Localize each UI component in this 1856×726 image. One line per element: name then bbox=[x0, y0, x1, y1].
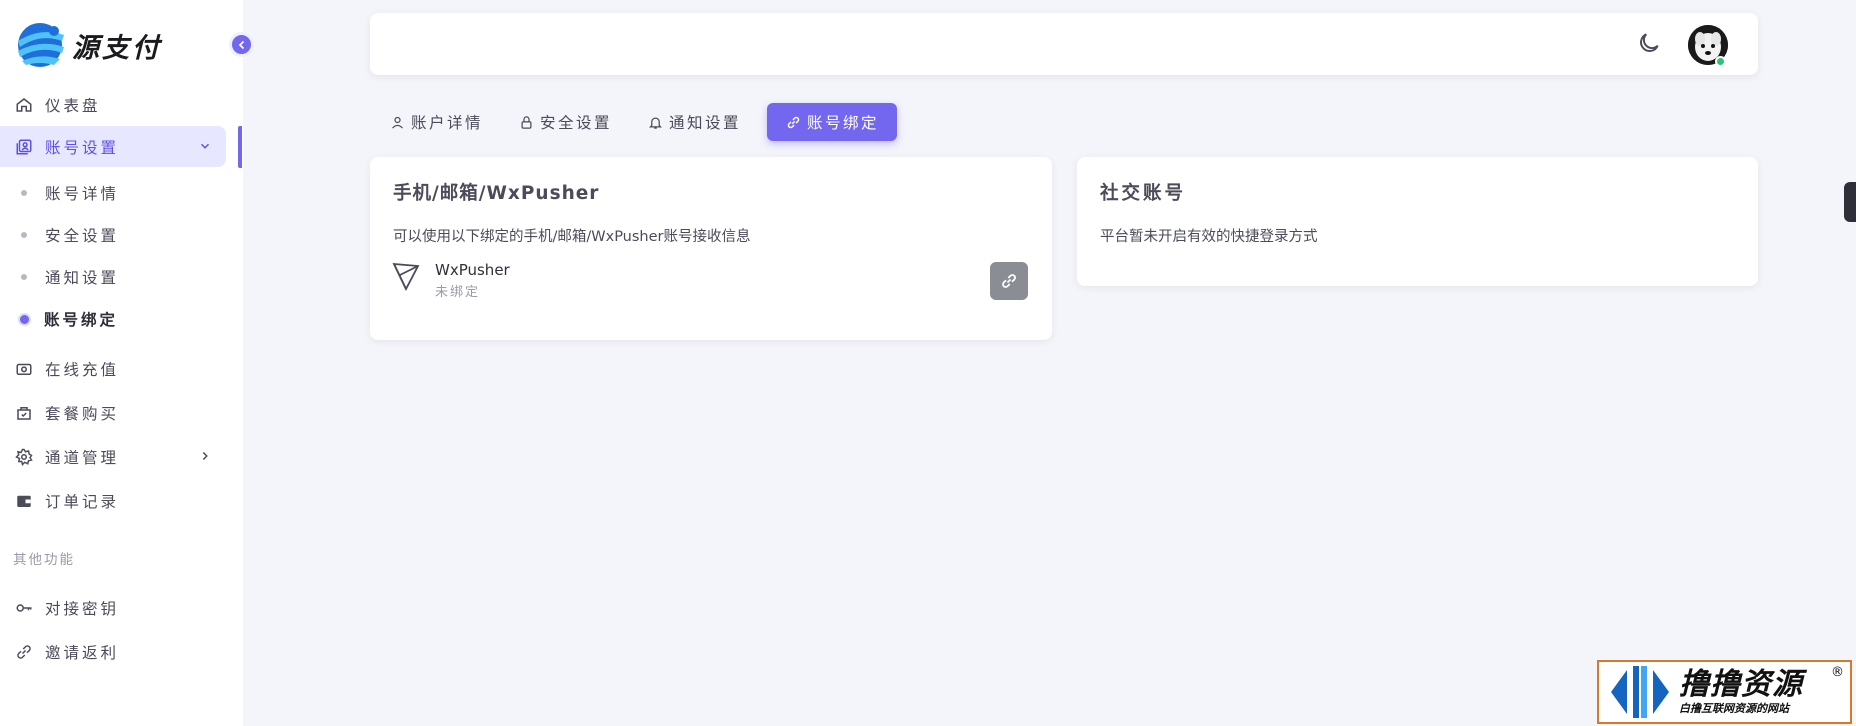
customizer-toggle[interactable] bbox=[1844, 182, 1856, 222]
tab-label: 账户详情 bbox=[411, 114, 484, 132]
watermark-logo-icon bbox=[1611, 666, 1669, 718]
sidebar-item-api-key[interactable]: 对接密钥 bbox=[0, 587, 226, 628]
chevron-right-icon bbox=[202, 451, 208, 461]
tab-account-details[interactable]: 账户详情 bbox=[380, 103, 495, 141]
active-indicator bbox=[238, 126, 242, 168]
brand-logo-icon bbox=[18, 23, 64, 67]
sidebar-subitem-security[interactable]: 安全设置 bbox=[0, 215, 226, 255]
link-icon bbox=[787, 116, 800, 128]
bullet-active-icon bbox=[20, 314, 29, 324]
account-settings-icon bbox=[15, 138, 33, 156]
link-icon bbox=[1002, 274, 1016, 288]
watermark-logo: 撸撸资源 白撸互联网资源的网站 ® bbox=[1597, 660, 1852, 724]
package-icon bbox=[15, 404, 33, 422]
sidebar-item-label: 邀请返利 bbox=[45, 643, 120, 662]
sidebar-subitem-label: 账号绑定 bbox=[44, 311, 119, 329]
card-description: 平台暂未开启有效的快捷登录方式 bbox=[1100, 229, 1318, 245]
tab-account-binding[interactable]: 账号绑定 bbox=[767, 103, 898, 141]
sidebar-item-invite[interactable]: 邀请返利 bbox=[0, 631, 226, 672]
bullet-icon bbox=[21, 232, 27, 238]
gear-icon bbox=[15, 448, 33, 466]
lock-icon bbox=[521, 115, 532, 129]
registered-mark: ® bbox=[1831, 665, 1844, 680]
bell-icon bbox=[649, 117, 663, 129]
brand-name: 源支付 bbox=[72, 32, 162, 64]
sidebar-collapse-button[interactable] bbox=[229, 32, 254, 57]
sidebar-subitem-notifications[interactable]: 通知设置 bbox=[0, 257, 226, 297]
card-title: 社交账号 bbox=[1100, 183, 1187, 204]
sidebar: 源支付 仪表盘 账号设置 账号详情 安全设置 通知设置 账号绑定 在线充值 套餐… bbox=[0, 0, 243, 726]
service-status: 未绑定 bbox=[435, 285, 481, 300]
card-title: 手机/邮箱/WxPusher bbox=[393, 183, 600, 204]
watermark-title: 撸撸资源 bbox=[1679, 667, 1803, 702]
wxpusher-icon bbox=[392, 262, 420, 291]
sidebar-subitem-account-binding[interactable]: 账号绑定 bbox=[0, 299, 226, 339]
online-status-badge bbox=[1715, 56, 1726, 67]
bullet-icon bbox=[21, 274, 27, 280]
bullet-icon bbox=[21, 190, 27, 196]
chevron-down-icon bbox=[200, 143, 210, 149]
sidebar-item-label: 账号设置 bbox=[45, 138, 120, 157]
link-icon bbox=[15, 643, 33, 661]
sidebar-item-label: 对接密钥 bbox=[45, 599, 120, 618]
chevron-left-icon bbox=[238, 40, 244, 49]
home-icon bbox=[15, 96, 33, 114]
sidebar-item-package[interactable]: 套餐购买 bbox=[0, 392, 226, 433]
sidebar-item-account-settings[interactable]: 账号设置 bbox=[0, 126, 226, 167]
account-tabs: 账户详情 安全设置 通知设置 账号绑定 bbox=[380, 103, 911, 141]
sidebar-item-recharge[interactable]: 在线充值 bbox=[0, 348, 226, 389]
watermark-subtitle: 白撸互联网资源的网站 bbox=[1679, 702, 1789, 715]
sidebar-subitem-label: 通知设置 bbox=[45, 269, 120, 287]
binding-card: 手机/邮箱/WxPusher 可以使用以下绑定的手机/邮箱/WxPusher账号… bbox=[370, 157, 1052, 340]
sidebar-item-orders[interactable]: 订单记录 bbox=[0, 480, 226, 521]
tab-notifications[interactable]: 通知设置 bbox=[638, 103, 753, 141]
tab-security[interactable]: 安全设置 bbox=[509, 103, 624, 141]
sidebar-item-label: 套餐购买 bbox=[45, 404, 120, 423]
wallet-icon bbox=[15, 492, 33, 510]
bind-wxpusher-button[interactable] bbox=[990, 262, 1028, 300]
sidebar-item-label: 在线充值 bbox=[45, 360, 120, 379]
sidebar-subitem-label: 安全设置 bbox=[45, 227, 120, 245]
tab-label: 通知设置 bbox=[669, 114, 742, 132]
top-navbar bbox=[370, 13, 1758, 75]
social-accounts-card: 社交账号 平台暂未开启有效的快捷登录方式 bbox=[1077, 157, 1758, 286]
key-icon bbox=[15, 599, 33, 617]
tab-label: 安全设置 bbox=[540, 114, 613, 132]
card-description: 可以使用以下绑定的手机/邮箱/WxPusher账号接收信息 bbox=[393, 229, 751, 245]
moon-icon[interactable] bbox=[1636, 30, 1662, 56]
brand[interactable]: 源支付 bbox=[14, 18, 162, 72]
sidebar-subitem-account-details[interactable]: 账号详情 bbox=[0, 173, 226, 213]
sidebar-subitem-label: 账号详情 bbox=[45, 185, 120, 203]
section-label-other: 其他功能 bbox=[13, 552, 75, 568]
service-name: WxPusher bbox=[435, 261, 510, 279]
sidebar-item-label: 订单记录 bbox=[45, 492, 120, 511]
sidebar-item-label: 通道管理 bbox=[45, 448, 120, 467]
tab-label: 账号绑定 bbox=[807, 114, 880, 132]
sidebar-item-label: 仪表盘 bbox=[45, 96, 101, 115]
sidebar-item-channel-management[interactable]: 通道管理 bbox=[0, 436, 226, 477]
user-icon bbox=[392, 116, 403, 129]
sidebar-item-dashboard[interactable]: 仪表盘 bbox=[0, 84, 226, 125]
recharge-icon bbox=[15, 360, 33, 378]
